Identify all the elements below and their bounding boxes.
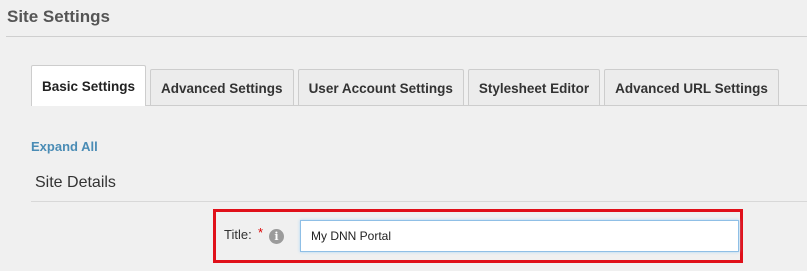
section-title-site-details: Site Details xyxy=(35,174,116,191)
tab-basic-settings[interactable]: Basic Settings xyxy=(31,65,147,106)
settings-tabs: Basic Settings Advanced Settings User Ac… xyxy=(31,65,783,106)
expand-all-link[interactable]: Expand All xyxy=(31,139,98,154)
site-settings-page: Site Settings Basic Settings Advanced Se… xyxy=(0,0,807,271)
tab-advanced-settings[interactable]: Advanced Settings xyxy=(150,69,294,106)
page-title: Site Settings xyxy=(7,7,110,26)
tab-stylesheet-editor[interactable]: Stylesheet Editor xyxy=(467,69,601,106)
required-marker: * xyxy=(258,225,264,240)
tabs-divider xyxy=(31,105,807,106)
tab-advanced-url-settings[interactable]: Advanced URL Settings xyxy=(604,69,779,106)
section-divider xyxy=(31,201,807,202)
title-field-label: Title: xyxy=(224,227,252,242)
title-input[interactable] xyxy=(300,220,739,252)
tab-user-account-settings[interactable]: User Account Settings xyxy=(297,69,464,106)
title-divider xyxy=(6,36,807,37)
info-icon[interactable]: i xyxy=(269,229,284,244)
